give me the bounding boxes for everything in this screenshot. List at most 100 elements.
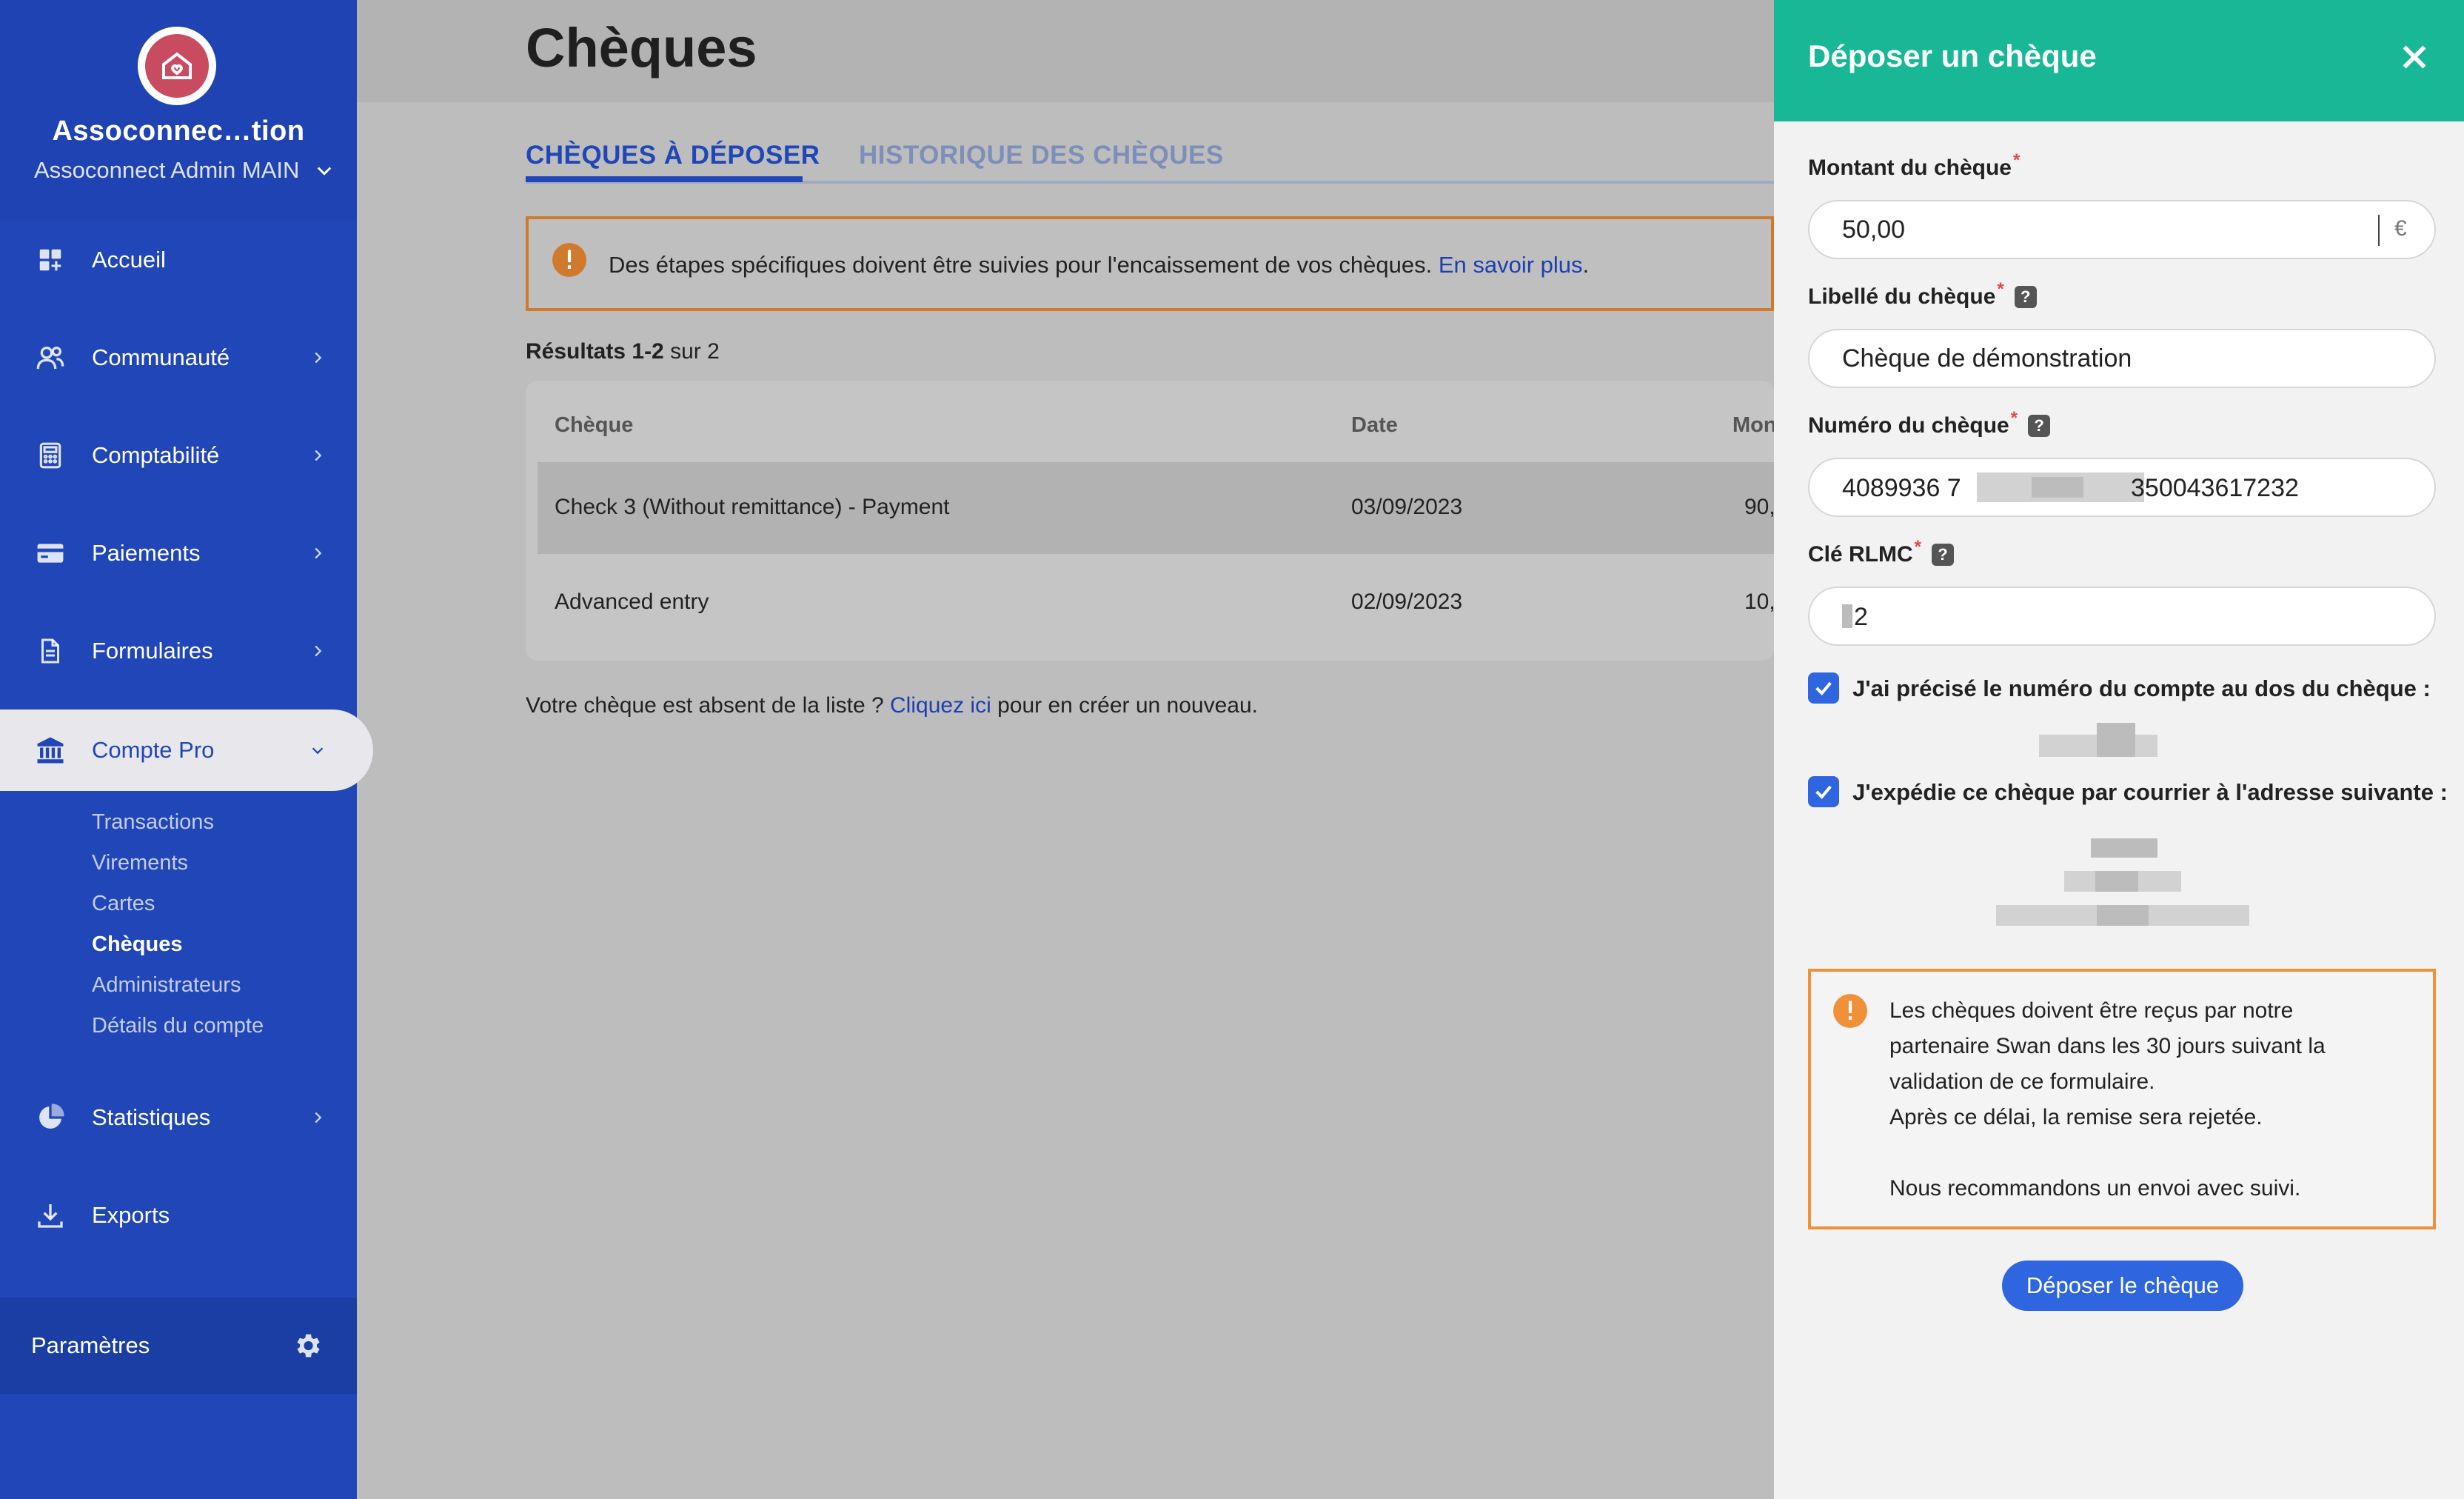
drawer-title: Déposer un chèque xyxy=(1808,39,2097,73)
learn-more-link[interactable]: En savoir plus xyxy=(1439,252,1583,278)
column-header-date[interactable]: Date xyxy=(1351,413,1398,438)
submit-deposit-button[interactable]: Déposer le chèque xyxy=(2002,1261,2243,1311)
chevron-right-icon xyxy=(315,645,322,657)
pie-chart-icon xyxy=(34,1101,67,1134)
nav-item-comptabilite[interactable]: Comptabilité xyxy=(0,415,357,496)
nav-item-exports[interactable]: Exports xyxy=(0,1175,357,1256)
column-header-cheque[interactable]: Chèque xyxy=(555,413,633,438)
check-icon xyxy=(1815,681,1832,696)
active-tab-indicator xyxy=(526,176,803,182)
tab-cheques-a-deposer[interactable]: CHÈQUES À DÉPOSER xyxy=(526,141,820,170)
amount-label: Montant du chèque * xyxy=(1808,150,2021,180)
document-icon xyxy=(34,635,67,667)
close-icon[interactable] xyxy=(2397,40,2431,74)
column-header-montant[interactable]: Mon xyxy=(1732,413,1777,438)
cell-cheque: Check 3 (Without remittance) - Payment xyxy=(555,495,950,519)
currency-suffix: € xyxy=(2394,216,2407,241)
nav-label: Compte Pro xyxy=(92,737,215,763)
chevron-down-icon xyxy=(312,747,324,755)
warning-line: Après ce délai, la remise sera rejetée. xyxy=(1889,1105,2263,1129)
nav-item-communaute[interactable]: Communauté xyxy=(0,317,357,398)
nav-label: Statistiques xyxy=(92,1104,211,1130)
cell-cheque: Advanced entry xyxy=(555,590,709,614)
subnav-administrateurs[interactable]: Administrateurs xyxy=(92,973,241,998)
org-subtitle: Assoconnect Admin MAIN xyxy=(34,157,300,183)
nav-item-accueil[interactable]: Accueil xyxy=(0,219,357,301)
cell-date: 02/09/2023 xyxy=(1351,590,1463,614)
nav-item-statistiques[interactable]: Statistiques xyxy=(0,1077,357,1158)
account-number-checkbox[interactable] xyxy=(1808,672,1839,704)
deposit-drawer: Déposer un chèque Montant du chèque* € L… xyxy=(1774,0,2464,1499)
amount-input[interactable] xyxy=(1842,201,2360,258)
dashboard-icon xyxy=(34,244,67,276)
help-icon[interactable]: ? xyxy=(2028,415,2051,437)
nav-label: Formulaires xyxy=(92,638,213,664)
create-cheque-link[interactable]: Cliquez ici xyxy=(890,693,991,718)
libelle-field[interactable] xyxy=(1808,329,2436,388)
chevron-right-icon xyxy=(315,450,322,461)
settings-label: Paramètres xyxy=(31,1332,150,1358)
rlmc-field[interactable]: 2 xyxy=(1808,587,2436,646)
results-count: Résultats 1-2 sur 2 xyxy=(526,339,720,364)
org-header[interactable]: Assoconnec…tion Assoconnect Admin MAIN xyxy=(0,0,357,221)
warning-line: validation de ce formulaire. xyxy=(1889,1069,2155,1094)
house-heart-icon xyxy=(162,52,192,79)
nav-item-formulaires[interactable]: Formulaires xyxy=(0,610,357,692)
nav-label: Exports xyxy=(92,1202,170,1228)
check-icon xyxy=(1815,785,1832,800)
alert-text: Des étapes spécifiques doivent être suiv… xyxy=(609,252,1433,278)
subnav-cartes[interactable]: Cartes xyxy=(92,892,155,916)
numero-end: 350043617232 xyxy=(2131,474,2299,502)
help-icon[interactable]: ? xyxy=(1932,544,1955,566)
libelle-label: Libellé du chèque *? xyxy=(1808,279,2037,310)
credit-card-icon xyxy=(34,537,67,570)
rlmc-label: Clé RLMC *? xyxy=(1808,537,1955,567)
nav-item-compte-pro[interactable]: Compte Pro xyxy=(0,710,373,791)
org-logo xyxy=(138,27,216,105)
calculator-icon xyxy=(34,439,67,472)
warning-line: Nous recommandons un envoi avec suivi. xyxy=(1889,1176,2301,1201)
chevron-right-icon xyxy=(315,352,322,364)
users-icon xyxy=(34,341,67,374)
cell-amount: 90, xyxy=(1744,495,1775,519)
warning-circle-icon xyxy=(1833,994,1867,1028)
bank-icon xyxy=(34,734,67,767)
deposit-warning: Les chèques doivent être reçus par notre… xyxy=(1808,969,2436,1229)
page-title: Chèques xyxy=(526,17,757,79)
redacted-address-line xyxy=(2091,838,2157,858)
tab-historique-cheques[interactable]: HISTORIQUE DES CHÈQUES xyxy=(859,141,1224,170)
libelle-input[interactable] xyxy=(1842,330,2360,387)
nav-label: Communauté xyxy=(92,344,230,370)
subnav-details-compte[interactable]: Détails du compte xyxy=(92,1014,264,1038)
subnav-virements[interactable]: Virements xyxy=(92,851,188,875)
numero-start: 4089936 7 xyxy=(1842,474,1961,502)
account-number-checkbox-label: J'ai précisé le numéro du compte au dos … xyxy=(1852,675,2431,701)
warning-line: Les chèques doivent être reçus par notre xyxy=(1889,998,2294,1023)
subnav-cheques[interactable]: Chèques xyxy=(92,932,182,957)
gear-icon[interactable] xyxy=(292,1330,323,1361)
nav-label: Paiements xyxy=(92,540,201,566)
mail-address-checkbox[interactable] xyxy=(1808,776,1839,807)
info-alert: Des étapes spécifiques doivent être suiv… xyxy=(526,216,1774,311)
subnav-transactions[interactable]: Transactions xyxy=(92,810,214,835)
drawer-header: Déposer un chèque xyxy=(1774,0,2464,121)
amount-field[interactable]: € xyxy=(1808,200,2436,259)
cell-amount: 10, xyxy=(1744,590,1775,614)
org-name: Assoconnec…tion xyxy=(52,116,305,147)
warning-circle-icon xyxy=(552,243,586,277)
chevron-down-icon[interactable] xyxy=(314,160,335,181)
alert-period: . xyxy=(1582,252,1590,278)
numero-label: Numéro du chèque *? xyxy=(1808,408,2051,438)
chevron-right-icon xyxy=(315,547,322,559)
help-icon[interactable]: ? xyxy=(2014,286,2037,308)
warning-line: partenaire Swan dans les 30 jours suivan… xyxy=(1889,1034,2326,1058)
chevron-right-icon xyxy=(315,1112,322,1124)
nav-item-paiements[interactable]: Paiements xyxy=(0,513,357,594)
nav-label: Comptabilité xyxy=(92,442,220,468)
sidebar: Assoconnec…tion Assoconnect Admin MAIN A… xyxy=(0,0,373,1499)
rlmc-value: 2 xyxy=(1854,603,1868,631)
settings-item[interactable]: Paramètres xyxy=(0,1298,357,1394)
missing-cheque-hint: Votre chèque est absent de la liste ? Cl… xyxy=(526,693,1258,718)
numero-field[interactable]: 4089936 7 350043617232 xyxy=(1808,458,2436,517)
download-icon xyxy=(34,1199,67,1232)
